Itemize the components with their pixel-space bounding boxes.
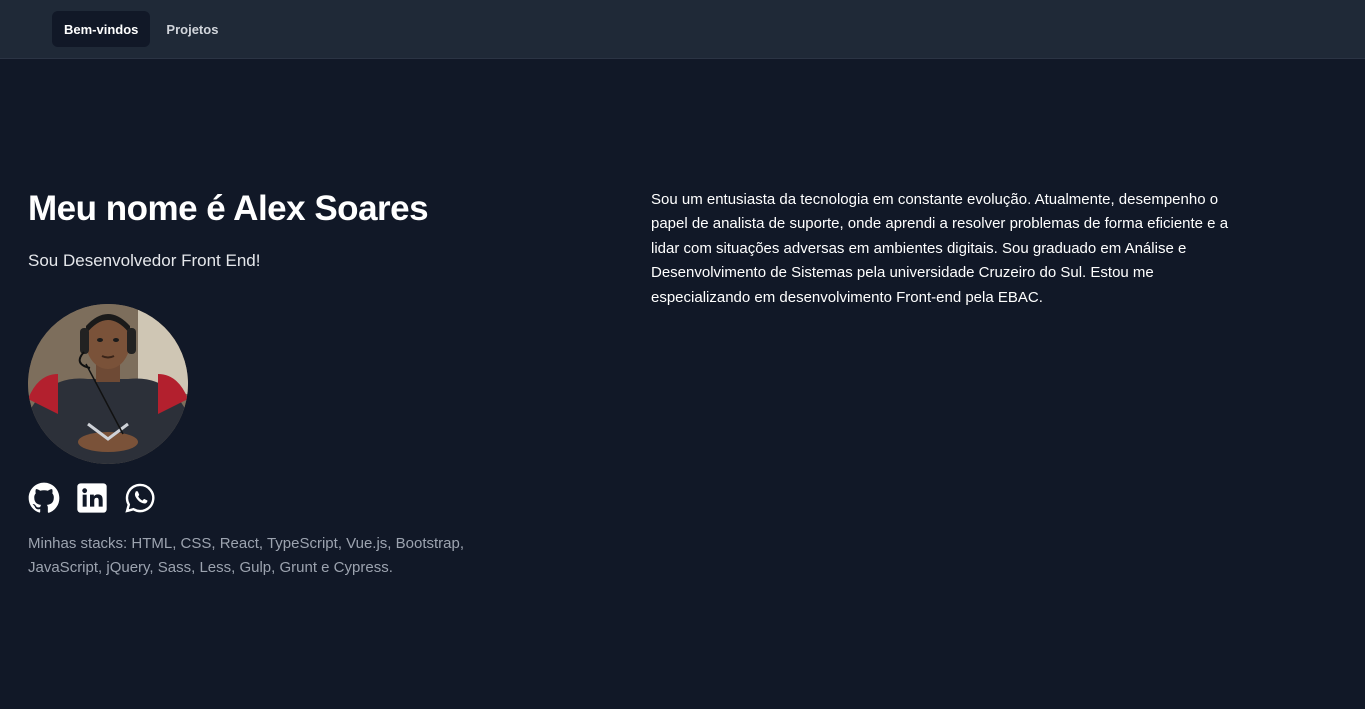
- about-text: Sou um entusiasta da tecnologia em const…: [651, 191, 1229, 306]
- whatsapp-icon[interactable]: [124, 482, 156, 514]
- github-icon[interactable]: [28, 482, 60, 514]
- profile-photo: [28, 304, 188, 464]
- hero-section: Meu nome é Alex Soares Sou Desenvolvedor…: [28, 186, 588, 580]
- tab-bem-vindos[interactable]: Bem-vindos: [52, 11, 151, 47]
- page-title: Meu nome é Alex Soares: [28, 189, 429, 228]
- stacks-text: Minhas stacks: HTML, CSS, React, TypeScr…: [28, 535, 464, 576]
- page-subtitle: Sou Desenvolvedor Front End!: [28, 251, 261, 270]
- social-links: [28, 482, 588, 514]
- top-navbar: Bem-vindos Projetos: [0, 0, 1365, 59]
- linkedin-icon[interactable]: [76, 482, 108, 514]
- avatar: [28, 304, 188, 464]
- tab-projetos[interactable]: Projetos: [154, 11, 230, 47]
